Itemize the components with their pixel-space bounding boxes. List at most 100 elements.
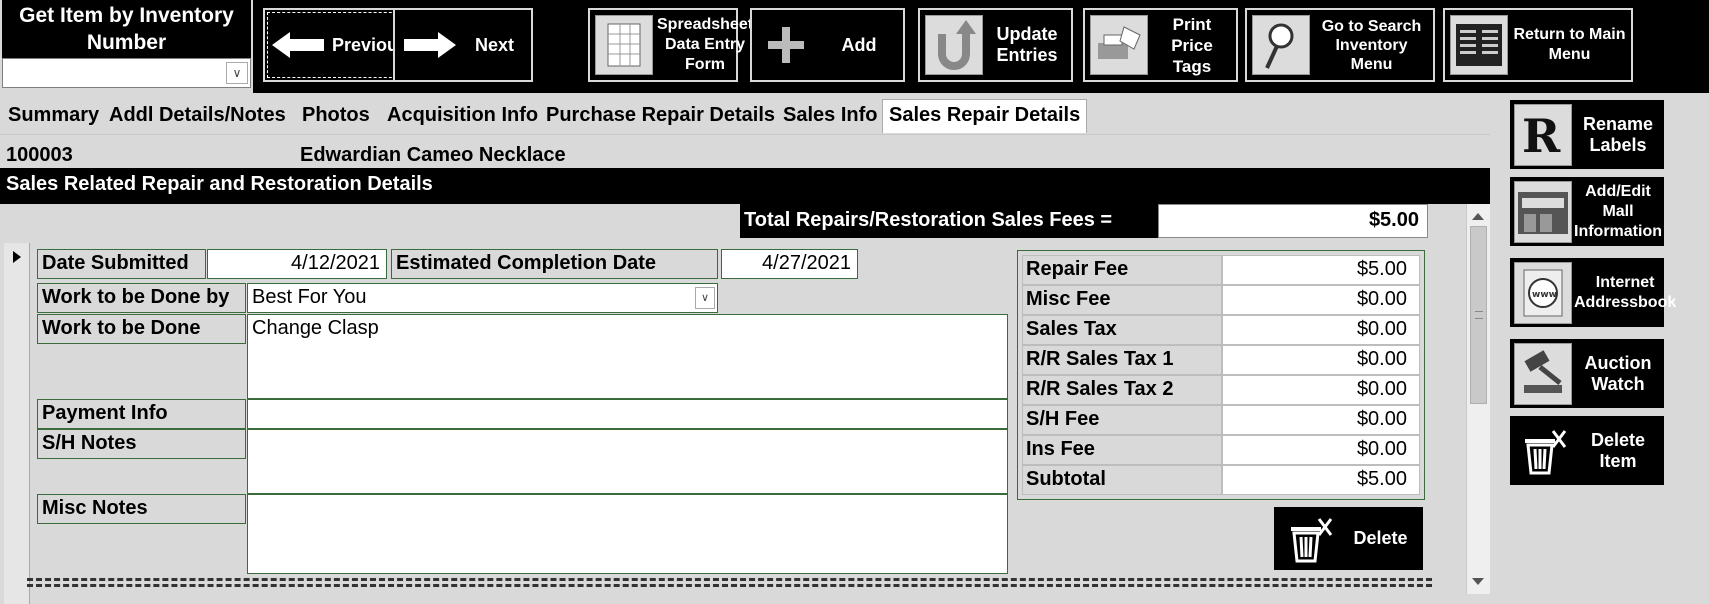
delete-item-label: Delete Item [1590,429,1646,471]
record-divider [27,578,1432,581]
fee-row: Sales Tax $0.00 [1022,315,1420,345]
tab-summary[interactable]: Summary [2,100,106,134]
fees-panel: Repair Fee $5.00 Misc Fee $0.00 Sales Ta… [1017,250,1425,500]
fee-row: Misc Fee $0.00 [1022,285,1420,315]
fee-label: R/R Sales Tax 2 [1022,375,1222,405]
tab-sales-repair[interactable]: Sales Repair Details [882,99,1088,133]
update-entries-button[interactable]: Update Entries [918,8,1073,82]
return-label: Return to Main Menu [1513,26,1626,63]
spreadsheet-button[interactable]: Spreadsheet Data Entry Form [588,8,753,82]
sh-notes-label: S/H Notes [37,429,246,459]
next-button[interactable]: Next [393,8,533,82]
update-label: Update Entries [996,24,1058,65]
delete-repair-button[interactable]: Delete [1272,505,1425,572]
work-label: Work to be Done [37,314,246,344]
grip-icon [1475,311,1483,319]
fee-label: Misc Fee [1022,285,1222,315]
fee-label: Sales Tax [1022,315,1222,345]
auction-label: Auction Watch [1584,352,1652,394]
add-label: Add [841,34,877,55]
chevron-down-icon[interactable]: ∨ [226,62,248,84]
fee-value[interactable]: $0.00 [1222,375,1420,405]
scroll-up-icon[interactable] [1472,213,1484,220]
trash-icon [1280,510,1338,568]
vertical-scrollbar[interactable] [1466,204,1490,594]
fee-value[interactable]: $0.00 [1222,285,1420,315]
get-item-label: Get Item by Inventory Number [2,0,251,58]
est-completion-field[interactable]: 4/27/2021 [721,249,858,279]
payment-info-field[interactable] [247,399,1008,429]
u-turn-icon [925,15,983,75]
delete-item-button[interactable]: Delete Item [1508,414,1666,487]
www-globe-icon: www [1514,261,1572,324]
tab-acquisition-info[interactable]: Acquisition Info [381,100,545,134]
payment-info-label: Payment Info [37,399,246,429]
scroll-thumb[interactable] [1470,226,1487,404]
search-label: Go to Search Inventory Menu [1321,17,1422,73]
est-completion-label: Estimated Completion Date [391,249,718,279]
auction-watch-button[interactable]: Auction Watch [1508,337,1666,410]
internet-label: Internet Addressbook [1574,273,1677,311]
fee-value[interactable]: $0.00 [1222,345,1420,375]
search-inventory-menu-button[interactable]: Go to Search Inventory Menu [1245,8,1435,82]
misc-notes-field[interactable] [247,494,1008,574]
fee-label: Ins Fee [1022,435,1222,465]
record-selector[interactable] [4,243,30,604]
fee-row: S/H Fee $0.00 [1022,405,1420,435]
arrow-left-icon [270,15,328,75]
rename-labels-button[interactable]: R Rename Labels [1508,98,1666,171]
fee-row-subtotal: Subtotal $5.00 [1022,465,1420,495]
mall-info-button[interactable]: Add/Edit Mall Information [1508,175,1666,248]
date-submitted-field[interactable]: 4/12/2021 [207,249,387,279]
return-main-menu-button[interactable]: Return to Main Menu [1443,8,1633,82]
work-to-be-done-field[interactable]: Change Clasp [247,314,1008,399]
total-fees-label: Total Repairs/Restoration Sales Fees = [740,204,1158,238]
print-price-tags-button[interactable]: Print Price Tags [1083,8,1238,82]
fee-value[interactable]: $0.00 [1222,435,1420,465]
fee-row: Ins Fee $0.00 [1022,435,1420,465]
tab-addl-details[interactable]: Addl Details/Notes [103,100,292,134]
spreadsheet-label: Spreadsheet Data Entry Form [657,16,754,73]
svg-text:R: R [1522,109,1561,162]
sh-notes-field[interactable] [247,429,1008,494]
fee-value[interactable]: $0.00 [1222,315,1420,345]
record-name: Edwardian Cameo Necklace [300,144,566,166]
fee-label: Subtotal [1022,465,1222,495]
fee-row: Repair Fee $5.00 [1022,255,1420,285]
fee-row: R/R Sales Tax 2 $0.00 [1022,375,1420,405]
plus-icon [757,15,815,75]
gavel-icon [1514,342,1572,405]
fee-label: Repair Fee [1022,255,1222,285]
record-id: 100003 [6,144,73,166]
spreadsheet-icon [595,15,653,75]
rename-label: Rename Labels [1582,113,1654,155]
tab-purchase-repair[interactable]: Purchase Repair Details [540,100,781,134]
delete-label: Delete [1353,528,1408,548]
fee-value[interactable]: $0.00 [1222,405,1420,435]
fee-value[interactable]: $5.00 [1222,255,1420,285]
internet-addressbook-button[interactable]: www Internet Addressbook [1508,256,1676,329]
mall-label: Add/Edit Mall Information [1574,182,1662,240]
add-button[interactable]: Add [750,8,905,82]
work-by-value: Best For You [252,286,367,308]
record-divider [27,584,1432,587]
work-by-label: Work to be Done by [37,283,246,313]
menu-thumbnail-icon [1450,15,1508,75]
next-label: Next [474,34,514,55]
chevron-down-icon[interactable]: ∨ [695,287,715,309]
misc-notes-label: Misc Notes [37,494,246,524]
date-submitted-label: Date Submitted [37,249,206,279]
previous-button[interactable]: Previous [263,8,408,82]
mall-storefront-icon [1514,180,1572,243]
tab-sales-info[interactable]: Sales Info [777,100,884,134]
work-by-select[interactable]: Best For You ∨ [247,283,718,313]
inventory-number-select[interactable]: ∨ [2,58,251,88]
current-record-icon [13,251,21,263]
scroll-down-icon[interactable] [1472,578,1484,585]
fee-row: R/R Sales Tax 1 $0.00 [1022,345,1420,375]
fee-label: R/R Sales Tax 1 [1022,345,1222,375]
fee-value: $5.00 [1222,465,1420,495]
svg-text:www: www [1532,290,1557,300]
trash-icon [1514,419,1572,482]
tab-photos[interactable]: Photos [296,100,376,134]
